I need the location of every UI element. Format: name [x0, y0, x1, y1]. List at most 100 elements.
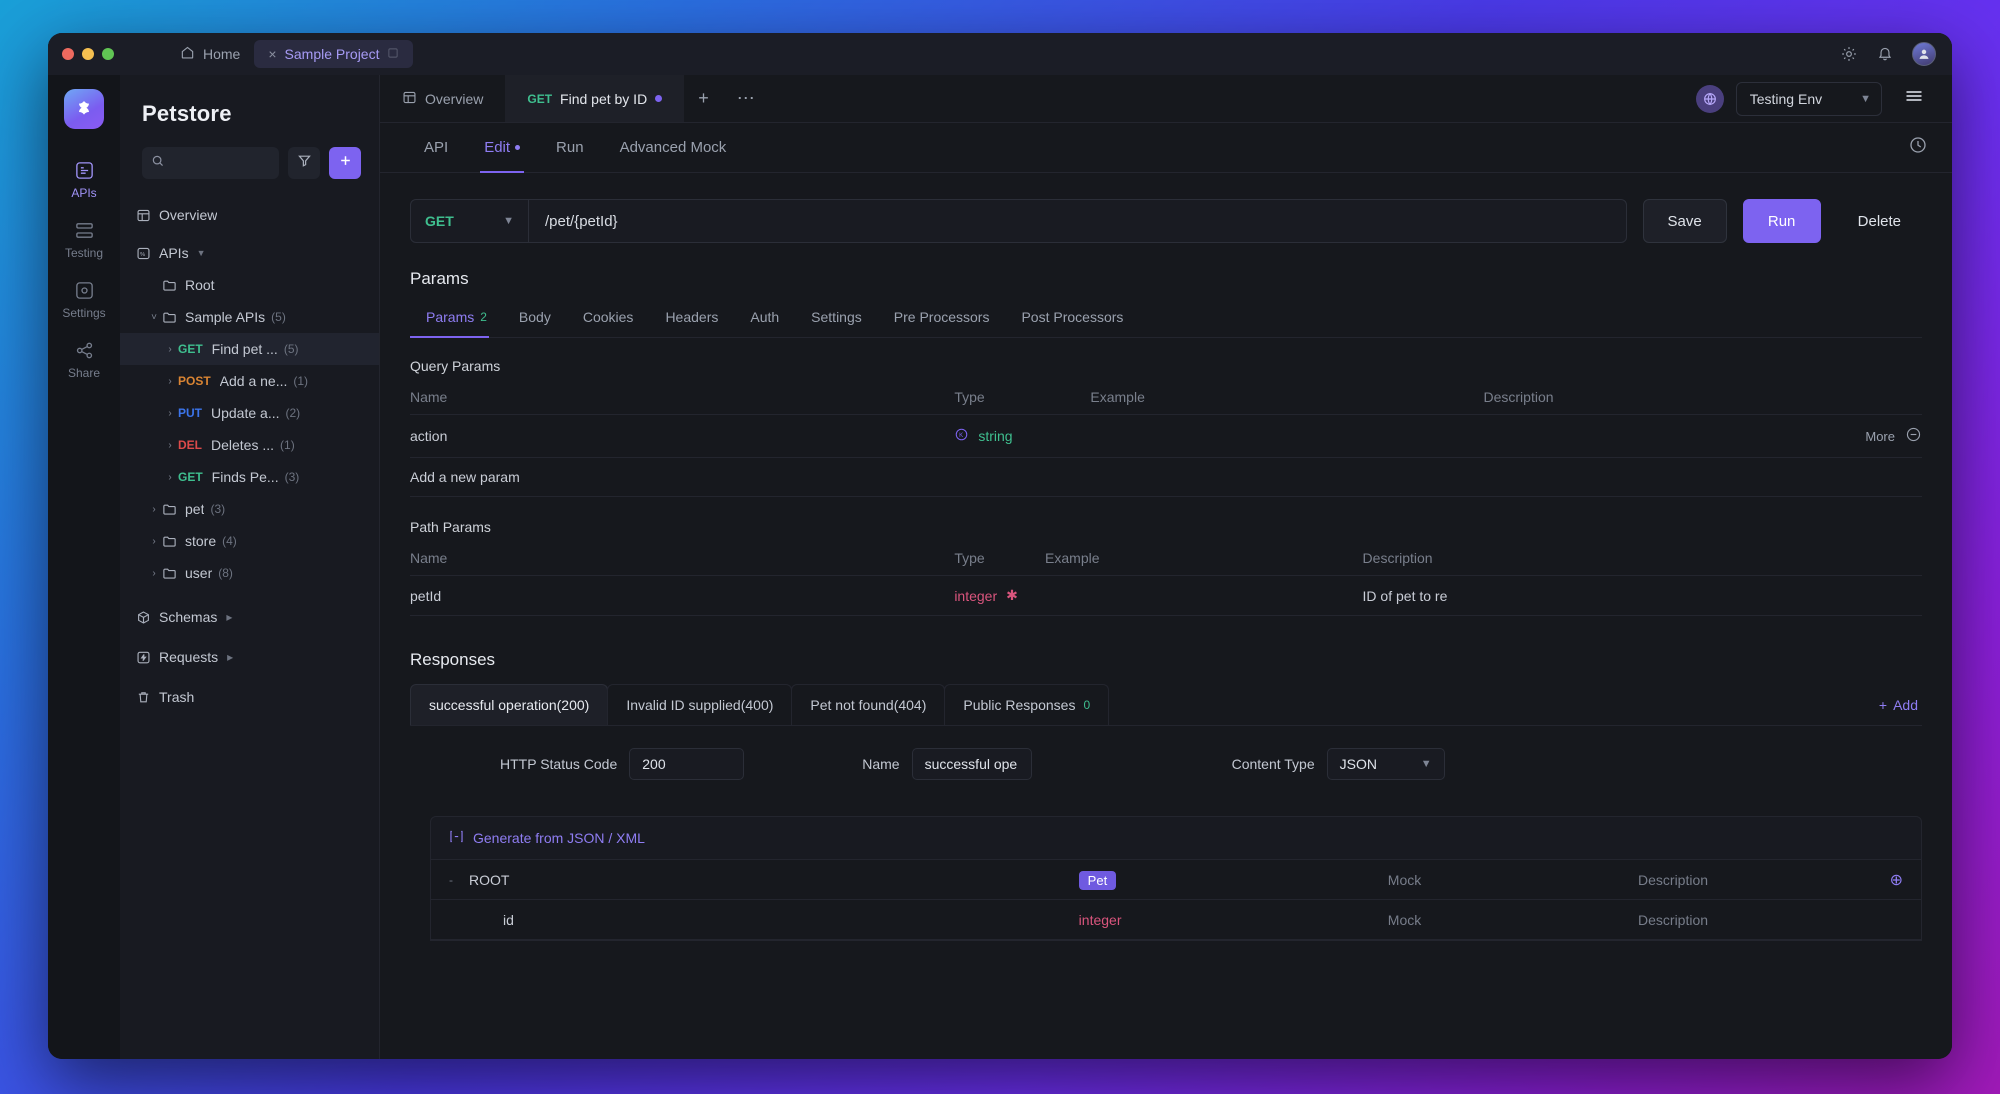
params-tab-cookies[interactable]: Cookies — [567, 299, 650, 337]
add-field-icon[interactable]: ⊕ — [1890, 870, 1903, 890]
param-example[interactable] — [1045, 575, 1363, 616]
response-tab[interactable]: Invalid ID supplied(400) — [607, 684, 793, 725]
table-row[interactable]: petId integer ✱ ID of pet to re — [410, 575, 1922, 616]
expand-caret-icon[interactable]: › — [162, 440, 178, 451]
sidebar-folder-item[interactable]: › user (8) — [120, 557, 379, 589]
add-param-placeholder[interactable]: Add a new param — [410, 457, 955, 497]
url-box[interactable]: GET ▼ /pet/{petId} — [410, 199, 1627, 243]
response-tab[interactable]: successful operation(200) — [410, 684, 609, 725]
run-button[interactable]: Run — [1742, 199, 1821, 243]
search-input[interactable] — [171, 155, 270, 171]
url-input[interactable]: /pet/{petId} — [529, 213, 618, 230]
add-response-button[interactable]: + Add — [1875, 684, 1922, 725]
tab-more-button[interactable]: ⋯ — [723, 75, 769, 122]
schema-mock[interactable]: Mock — [1388, 912, 1638, 928]
chevron-down-icon[interactable]: ▼ — [197, 248, 206, 258]
sidebar-folder-item[interactable]: › pet (3) — [120, 493, 379, 525]
remove-row-icon[interactable] — [1905, 426, 1922, 446]
rail-item-testing[interactable]: Testing — [53, 211, 115, 267]
sidebar-api-item[interactable]: › GET Find pet ... (5) — [120, 333, 379, 365]
params-tab-body[interactable]: Body — [503, 299, 567, 337]
sidebar-item-schemas[interactable]: Schemas ▸ — [120, 601, 379, 633]
params-tab-auth[interactable]: Auth — [734, 299, 795, 337]
param-type[interactable]: K string — [954, 427, 1013, 445]
project-tab[interactable]: × Sample Project — [254, 40, 414, 68]
sidebar-api-item[interactable]: › PUT Update a... (2) — [120, 397, 379, 429]
params-tab-post-processors[interactable]: Post Processors — [1005, 299, 1139, 337]
expand-caret-icon[interactable]: › — [146, 536, 162, 547]
new-tab-button[interactable]: + — [684, 75, 723, 122]
status-code-field[interactable]: 200 — [629, 748, 745, 780]
schema-mock[interactable]: Mock — [1388, 872, 1638, 888]
schema-description[interactable]: Description — [1638, 912, 1903, 928]
sidebar-api-item[interactable]: › GET Finds Pe... (3) — [120, 461, 379, 493]
schema-description[interactable]: Description — [1638, 872, 1890, 888]
param-type[interactable]: integer ✱ — [954, 587, 1018, 604]
params-tab-params[interactable]: Params 2 — [410, 299, 503, 338]
expand-toggle-icon[interactable]: - — [449, 873, 459, 887]
sidebar-api-item[interactable]: › POST Add a ne... (1) — [120, 365, 379, 397]
sidebar-item-apis[interactable]: % APIs ▼ — [120, 237, 379, 269]
expand-caret-icon[interactable]: › — [162, 376, 178, 387]
tab-edit[interactable]: Edit — [466, 123, 538, 173]
response-tab[interactable]: Pet not found(404) — [791, 684, 946, 725]
response-name-field[interactable]: successful ope — [911, 748, 1032, 780]
tab-run[interactable]: Run — [538, 123, 602, 173]
content-type-select[interactable]: JSON ▼ — [1326, 748, 1445, 780]
gear-icon[interactable] — [1840, 45, 1858, 63]
tab-find-pet-by-id[interactable]: GET Find pet by ID — [505, 75, 685, 122]
rail-item-settings[interactable]: Settings — [53, 271, 115, 327]
expand-caret-icon[interactable]: › — [162, 472, 178, 483]
expand-caret-icon[interactable]: › — [162, 408, 178, 419]
tab-advanced-mock[interactable]: Advanced Mock — [602, 123, 745, 173]
avatar[interactable] — [1912, 42, 1936, 66]
history-icon[interactable] — [1908, 135, 1952, 160]
expand-caret-icon[interactable]: › — [146, 568, 162, 579]
menu-icon[interactable] — [1894, 88, 1934, 109]
response-tab[interactable]: Public Responses 0 — [944, 684, 1110, 725]
sidebar-item-overview[interactable]: Overview — [120, 199, 379, 231]
param-name[interactable]: petId — [410, 575, 955, 616]
params-tab-headers[interactable]: Headers — [649, 299, 734, 337]
save-button[interactable]: Save — [1642, 199, 1727, 243]
param-description[interactable]: ID of pet to re — [1362, 575, 1922, 616]
maximize-window-button[interactable] — [102, 48, 114, 60]
expand-caret-icon[interactable]: ▸ — [226, 610, 232, 624]
env-globe-icon[interactable] — [1695, 84, 1724, 113]
add-button[interactable] — [329, 147, 361, 179]
minimize-window-button[interactable] — [82, 48, 94, 60]
schema-type[interactable]: integer — [1079, 912, 1122, 928]
param-example[interactable] — [1090, 414, 1484, 458]
bell-icon[interactable] — [1876, 45, 1894, 63]
sidebar-item-trash[interactable]: Trash — [120, 681, 379, 713]
params-tab-settings[interactable]: Settings — [795, 299, 878, 337]
delete-button[interactable]: Delete — [1837, 199, 1922, 243]
sidebar-folder-item[interactable]: ˅ Sample APIs (5) — [120, 301, 379, 333]
search-box[interactable] — [142, 147, 279, 179]
expand-caret-icon[interactable]: ˅ — [146, 312, 162, 323]
schema-row[interactable]: - ROOT Pet Mock Description ⊕ — [431, 860, 1921, 900]
schema-type-badge[interactable]: Pet — [1078, 870, 1117, 890]
expand-caret-icon[interactable]: › — [146, 504, 162, 515]
close-window-button[interactable] — [62, 48, 74, 60]
more-button[interactable]: More — [1865, 429, 1895, 444]
params-tab-pre-processors[interactable]: Pre Processors — [878, 299, 1006, 337]
schema-row[interactable]: id integer Mock Description — [431, 900, 1921, 940]
close-icon[interactable]: × — [268, 46, 276, 62]
expand-caret-icon[interactable]: ▸ — [227, 650, 233, 664]
home-tab[interactable]: Home — [166, 40, 254, 68]
rail-item-share[interactable]: Share — [53, 331, 115, 387]
add-param-row[interactable]: Add a new param — [410, 457, 1922, 497]
sidebar-folder-item[interactable]: › store (4) — [120, 525, 379, 557]
environment-select[interactable]: Testing Env ▼ — [1735, 81, 1882, 116]
tab-overview[interactable]: Overview — [380, 75, 505, 122]
rail-item-apis[interactable]: APIs — [53, 151, 115, 207]
sidebar-item-requests[interactable]: Requests ▸ — [120, 641, 379, 673]
sidebar-folder-item[interactable]: Root — [120, 269, 379, 301]
expand-caret-icon[interactable]: › — [162, 344, 178, 355]
method-select[interactable]: GET ▼ — [411, 200, 529, 242]
generate-from-json-button[interactable]: Generate from JSON / XML — [430, 816, 1922, 860]
table-row[interactable]: action K string More — [410, 414, 1922, 458]
tab-api[interactable]: API — [410, 123, 466, 173]
param-name[interactable]: action — [410, 414, 955, 458]
